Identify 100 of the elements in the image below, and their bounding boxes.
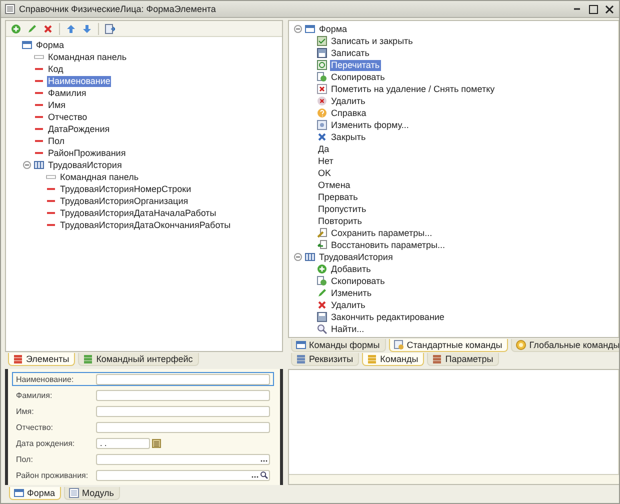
columns-icon <box>305 252 315 262</box>
tree-item[interactable]: Код <box>47 64 64 74</box>
tree-item[interactable]: ТрудоваяИстория <box>47 160 123 170</box>
tree-item[interactable]: Нет <box>317 156 334 166</box>
columns-icon <box>34 160 44 170</box>
tree-item[interactable]: Скопировать <box>330 72 386 82</box>
tab[interactable]: Команды <box>362 353 424 366</box>
tree-item[interactable]: Закрыть <box>330 132 367 142</box>
tree-item[interactable]: Пропустить <box>317 204 368 214</box>
window-icon <box>22 40 32 50</box>
tree-item[interactable]: Отчество <box>47 112 88 122</box>
tab[interactable]: Команды формы <box>291 339 386 352</box>
tab[interactable]: Стандартные команды <box>388 339 508 352</box>
tree-item[interactable]: Отмена <box>317 180 352 190</box>
window-icon <box>296 340 306 350</box>
tree-item[interactable]: ДатаРождения <box>47 124 111 134</box>
search-icon[interactable] <box>260 471 268 479</box>
tree-item[interactable]: Удалить <box>330 300 366 310</box>
field-label: Дата рождения: <box>16 438 76 448</box>
form-gear-icon <box>317 120 327 130</box>
tree-item[interactable]: Перечитать <box>330 60 381 70</box>
lookup-field[interactable] <box>96 470 270 480</box>
collapse-icon[interactable] <box>294 25 302 33</box>
tree-item[interactable]: ТрудоваяИсторияДатаОкончанияРаботы <box>59 220 232 230</box>
arrow-down-icon <box>82 24 92 34</box>
arrow-up-icon <box>66 24 76 34</box>
stack-icon <box>367 354 378 364</box>
tree-item[interactable]: OK <box>317 168 332 178</box>
tree-item[interactable]: Изменить <box>330 288 373 298</box>
tab[interactable]: Командный интерфейс <box>78 353 199 366</box>
question-icon <box>317 108 327 118</box>
tree-item[interactable]: Прервать <box>317 192 359 202</box>
maximize-button[interactable] <box>587 3 599 15</box>
window-icon <box>305 24 315 34</box>
tree-item[interactable]: Пометить на удаление / Снять пометку <box>330 84 496 94</box>
tree-item[interactable]: Форма <box>35 40 66 50</box>
tree-item[interactable]: Имя <box>47 100 67 110</box>
field-label: Район проживания: <box>16 470 90 480</box>
pencil-icon <box>317 288 327 298</box>
tree-item[interactable]: Наименование <box>47 76 112 86</box>
choice-field[interactable] <box>96 454 270 464</box>
tree-item[interactable]: ТрудоваяИсторияДатаНачалаРаботы <box>59 208 218 218</box>
tree-item[interactable]: ТрудоваяИстория <box>318 252 394 262</box>
text-field[interactable] <box>96 406 270 416</box>
cross-page-icon <box>317 84 327 94</box>
tab[interactable]: Глобальные команды <box>511 339 619 352</box>
date-field[interactable]: . . <box>96 438 150 448</box>
tree-item[interactable]: Добавить <box>330 264 372 274</box>
pencil-page-icon <box>317 228 327 238</box>
search-icon <box>317 324 327 334</box>
close-button[interactable] <box>603 3 615 15</box>
tree-item[interactable]: Записать <box>330 48 370 58</box>
tree-item[interactable]: РайонПроживания <box>47 148 127 158</box>
text-field[interactable] <box>96 374 270 384</box>
delete-icon <box>317 300 327 310</box>
add-button[interactable] <box>9 22 23 36</box>
window-gear-icon <box>394 340 404 350</box>
tree-item[interactable]: Форма <box>318 24 348 34</box>
maximize-icon <box>588 4 598 14</box>
tree-item[interactable]: Да <box>317 144 330 154</box>
check-button[interactable] <box>103 22 117 36</box>
tree-item[interactable]: Командная панель <box>59 172 140 182</box>
tree-item[interactable]: Восстановить параметры... <box>330 240 446 250</box>
tree-item[interactable]: ТрудоваяИсторияОрганизация <box>59 196 190 206</box>
tab[interactable]: Реквизиты <box>291 353 360 366</box>
tree-item[interactable]: Справка <box>330 108 368 118</box>
tree-item[interactable]: Изменить форму... <box>330 120 410 130</box>
tree-item[interactable]: Удалить <box>330 96 366 106</box>
tree-item[interactable]: Пол <box>47 136 66 146</box>
text-field[interactable] <box>96 422 270 432</box>
arrow-page-icon <box>317 240 327 250</box>
window-icon <box>5 4 15 14</box>
tree-item[interactable]: Сохранить параметры... <box>330 228 434 238</box>
calendar-icon[interactable] <box>152 438 161 448</box>
field-label: Фамилия: <box>16 390 54 400</box>
stack-icon <box>296 354 306 364</box>
field-label: Наименование: <box>16 374 75 384</box>
tree-item[interactable]: Командная панель <box>47 52 128 62</box>
tree-item[interactable]: ТрудоваяИсторияНомерСтроки <box>59 184 192 194</box>
tab[interactable]: Элементы <box>8 353 76 366</box>
tree-item[interactable]: Повторить <box>317 216 363 226</box>
tab[interactable]: Форма <box>9 487 62 500</box>
tree-item[interactable]: Скопировать <box>330 276 386 286</box>
copy-icon <box>317 72 327 82</box>
tree-item[interactable]: Найти... <box>330 324 366 334</box>
tree-item[interactable]: Закончить редактирование <box>330 312 446 322</box>
tick-page-icon <box>317 36 327 46</box>
tab[interactable]: Модуль <box>64 487 120 500</box>
stack-icon <box>83 354 94 364</box>
page-icon <box>69 488 80 498</box>
plus-icon <box>317 264 327 274</box>
window-icon <box>14 488 24 498</box>
close-icon <box>317 132 327 142</box>
tree-item[interactable]: Фамилия <box>47 88 88 98</box>
collapse-icon[interactable] <box>22 161 30 169</box>
text-field[interactable] <box>96 390 270 400</box>
floppy-icon <box>317 48 327 58</box>
tree-item[interactable]: Записать и закрыть <box>330 36 414 46</box>
tab[interactable]: Параметры <box>427 353 500 366</box>
collapse-icon[interactable] <box>294 253 302 261</box>
